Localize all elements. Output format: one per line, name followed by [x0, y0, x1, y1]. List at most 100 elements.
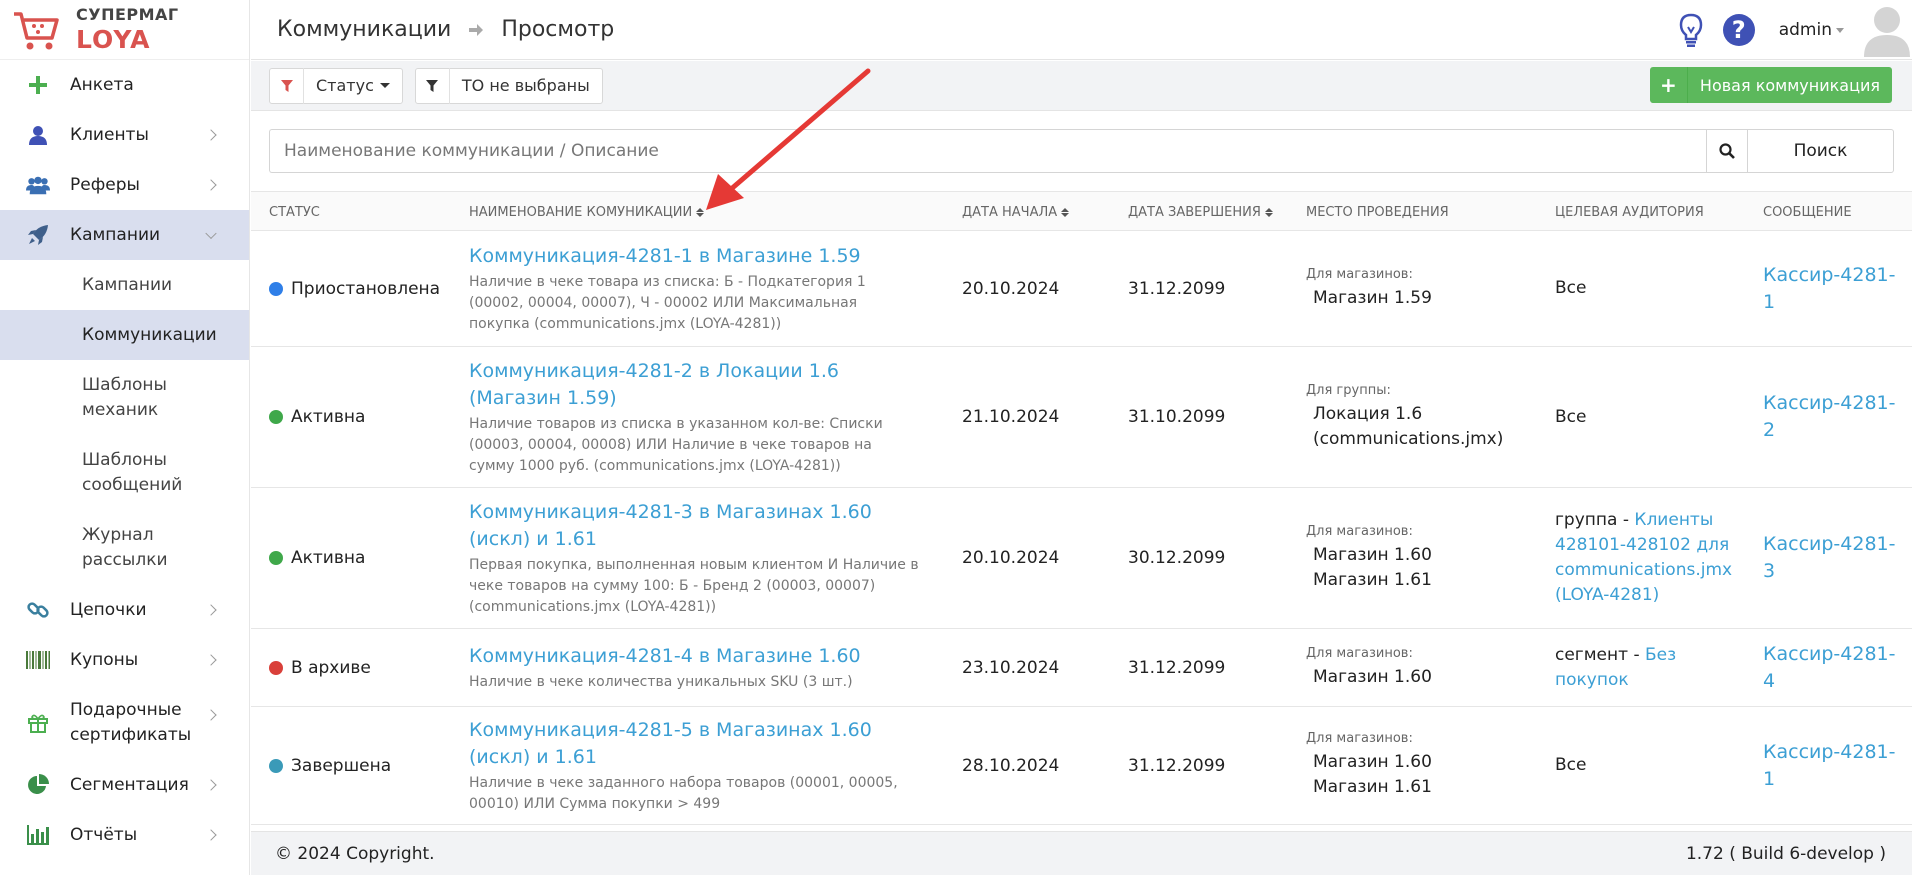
status-cell: В архиве [269, 629, 371, 706]
place-value: Магазин 1.60 [1313, 752, 1432, 772]
caret-down-icon [379, 83, 390, 88]
name-cell: Коммуникация-4281-5 в Магазинах 1.60 (ис… [469, 707, 919, 824]
audience-cell: Все [1555, 347, 1735, 487]
search-bar: Поиск [269, 129, 1894, 173]
table-row: В архиве Коммуникация-4281-4 в Магазине … [251, 629, 1912, 707]
status-label: Завершена [291, 755, 392, 776]
column-header-label: НАИМЕНОВАНИЕ КОМУНИКАЦИИ [469, 204, 693, 220]
sidebar-subitem-message-templates[interactable]: Шаблоны сообщений [0, 435, 249, 510]
subitem-label: Шаблоны механик [82, 374, 167, 420]
help-icon[interactable]: ? [1722, 14, 1755, 46]
sidebar-item-clients[interactable]: Клиенты [0, 110, 249, 160]
place-caption: Для магазинов: [1306, 645, 1413, 661]
sidebar-item-campaigns[interactable]: Кампании [0, 210, 249, 260]
logo[interactable]: СУПЕРМАГ LOYA [0, 0, 249, 60]
audience-cell: Все [1555, 707, 1735, 824]
communication-description: Наличие в чеке количества уникальных SKU… [469, 673, 853, 690]
sidebar-item-label: Цепочки [70, 600, 147, 620]
place-caption: Для группы: [1306, 382, 1391, 398]
place-cell: Для магазинов: Магазин 1.60 Магазин 1.61 [1306, 707, 1536, 824]
communication-link[interactable]: Коммуникация-4281-2 в Локации 1.6 (Магаз… [469, 358, 919, 412]
sort-icon [1061, 207, 1070, 217]
barcode-icon [26, 648, 50, 672]
lightbulb-icon[interactable] [1677, 13, 1705, 47]
status-dot [269, 281, 283, 296]
sidebar-item-label: Подарочные сертификаты [70, 699, 192, 745]
chevron-down-icon [205, 227, 217, 240]
breadcrumb-communications[interactable]: Коммуникации [277, 17, 451, 42]
sidebar-subitem-mechanics-templates[interactable]: Шаблоны механик [0, 360, 249, 435]
sidebar-item-label: Клиенты [70, 125, 149, 145]
search-button[interactable]: Поиск [1748, 129, 1894, 173]
start-date: 20.10.2024 [962, 548, 1060, 568]
status-cell: Завершена [269, 707, 391, 824]
sidebar-item-segmentation[interactable]: Сегментация [0, 760, 249, 810]
sidebar: СУПЕРМАГ LOYA Анкета Клиенты Реферы Камп… [0, 0, 250, 875]
audience-value: Все [1555, 755, 1587, 775]
sidebar-subitem-mailing-log[interactable]: Журнал рассылки [0, 510, 249, 585]
bar-chart-icon [26, 823, 50, 847]
new-communication-button[interactable]: + Новая коммуникация [1649, 67, 1892, 103]
user-menu[interactable]: admin [1779, 20, 1844, 40]
place-value: Магазин 1.59 [1313, 287, 1432, 308]
logo-top-text: СУПЕРМАГ [76, 5, 179, 24]
sidebar-subitem-communications[interactable]: Коммуникации [0, 310, 249, 360]
status-cell: Приостановлена [269, 231, 440, 346]
place-value: Локация 1.6 (communications.jmx) [1313, 403, 1504, 449]
audience-value: Все [1555, 406, 1587, 427]
sidebar-item-label: Купоны [70, 650, 139, 670]
communication-link[interactable]: Коммуникация-4281-5 в Магазинах 1.60 (ис… [469, 717, 919, 771]
message-link[interactable]: Кассир-4281-2 [1763, 347, 1903, 487]
audience-cell: группа - Клиенты 428101-428102 для commu… [1555, 488, 1735, 628]
users-icon [26, 173, 50, 197]
filter-icon [270, 67, 304, 104]
chevron-right-icon [205, 604, 217, 616]
end-date: 31.12.2099 [1128, 657, 1226, 678]
top-header: Коммуникации Просмотр ? admin [251, 0, 1912, 60]
end-date: 30.12.2099 [1128, 548, 1226, 568]
status-cell: Активна [269, 488, 365, 628]
audience-prefix: сегмент - [1555, 644, 1645, 665]
sidebar-subitem-campaigns[interactable]: Кампании [0, 260, 249, 310]
to-filter-button[interactable]: ТО не выбраны [414, 67, 603, 104]
name-cell: Коммуникация-4281-3 в Магазинах 1.60 (ис… [469, 488, 919, 628]
cart-logo-icon [14, 11, 59, 49]
column-header-status: СТАТУС [269, 204, 320, 220]
sort-icon [1264, 207, 1273, 217]
place-caption: Для магазинов: [1306, 731, 1413, 746]
sidebar-item-referrers[interactable]: Реферы [0, 160, 249, 210]
sidebar-item-coupons[interactable]: Купоны [0, 635, 249, 685]
search-icon[interactable] [1706, 129, 1748, 173]
start-date: 20.10.2024 [962, 278, 1060, 299]
sidebar-item-reports[interactable]: Отчёты [0, 810, 249, 860]
copyright: © 2024 Copyright. [275, 843, 435, 864]
chevron-right-icon [205, 709, 217, 721]
audience-value: Все [1555, 278, 1587, 298]
sidebar-item-questionnaire[interactable]: Анкета [0, 60, 249, 110]
name-cell: Коммуникация-4281-1 в Магазине 1.59 Нали… [469, 231, 919, 346]
place-cell: Для группы: Локация 1.6 (communications.… [1306, 347, 1536, 487]
message-link[interactable]: Кассир-4281-4 [1763, 629, 1903, 706]
status-label: Активна [291, 407, 366, 427]
audience-cell: Все [1555, 231, 1735, 346]
message-link[interactable]: Кассир-4281-3 [1763, 488, 1903, 628]
communication-link[interactable]: Коммуникация-4281-4 в Магазине 1.60 [469, 643, 861, 670]
column-header-name[interactable]: НАИМЕНОВАНИЕ КОМУНИКАЦИИ [469, 192, 705, 232]
message-link[interactable]: Кассир-4281-1 [1763, 707, 1903, 824]
column-header-start-date[interactable]: ДАТА НАЧАЛА [962, 192, 1070, 232]
communication-link[interactable]: Коммуникация-4281-3 в Магазинах 1.60 (ис… [469, 499, 919, 553]
sidebar-item-gift-certificates[interactable]: Подарочные сертификаты [0, 685, 249, 760]
column-header-end-date[interactable]: ДАТА ЗАВЕРШЕНИЯ [1128, 192, 1273, 232]
communication-description: Наличие в чеке товара из списка: Б - Под… [469, 273, 866, 332]
sidebar-item-chains[interactable]: Цепочки [0, 585, 249, 635]
sidebar-item-label: Отчёты [70, 825, 138, 845]
sidebar-item-label: Реферы [70, 175, 140, 195]
table-row: Активна Коммуникация-4281-2 в Локации 1.… [251, 347, 1912, 488]
status-filter-button[interactable]: Статус [269, 67, 403, 104]
place-value: Магазин 1.60 [1313, 544, 1432, 565]
communication-link[interactable]: Коммуникация-4281-1 в Магазине 1.59 [469, 243, 861, 270]
message-link[interactable]: Кассир-4281-1 [1763, 231, 1903, 346]
search-input[interactable] [269, 129, 1706, 173]
plus-icon [26, 73, 50, 97]
avatar[interactable] [1862, 3, 1912, 57]
